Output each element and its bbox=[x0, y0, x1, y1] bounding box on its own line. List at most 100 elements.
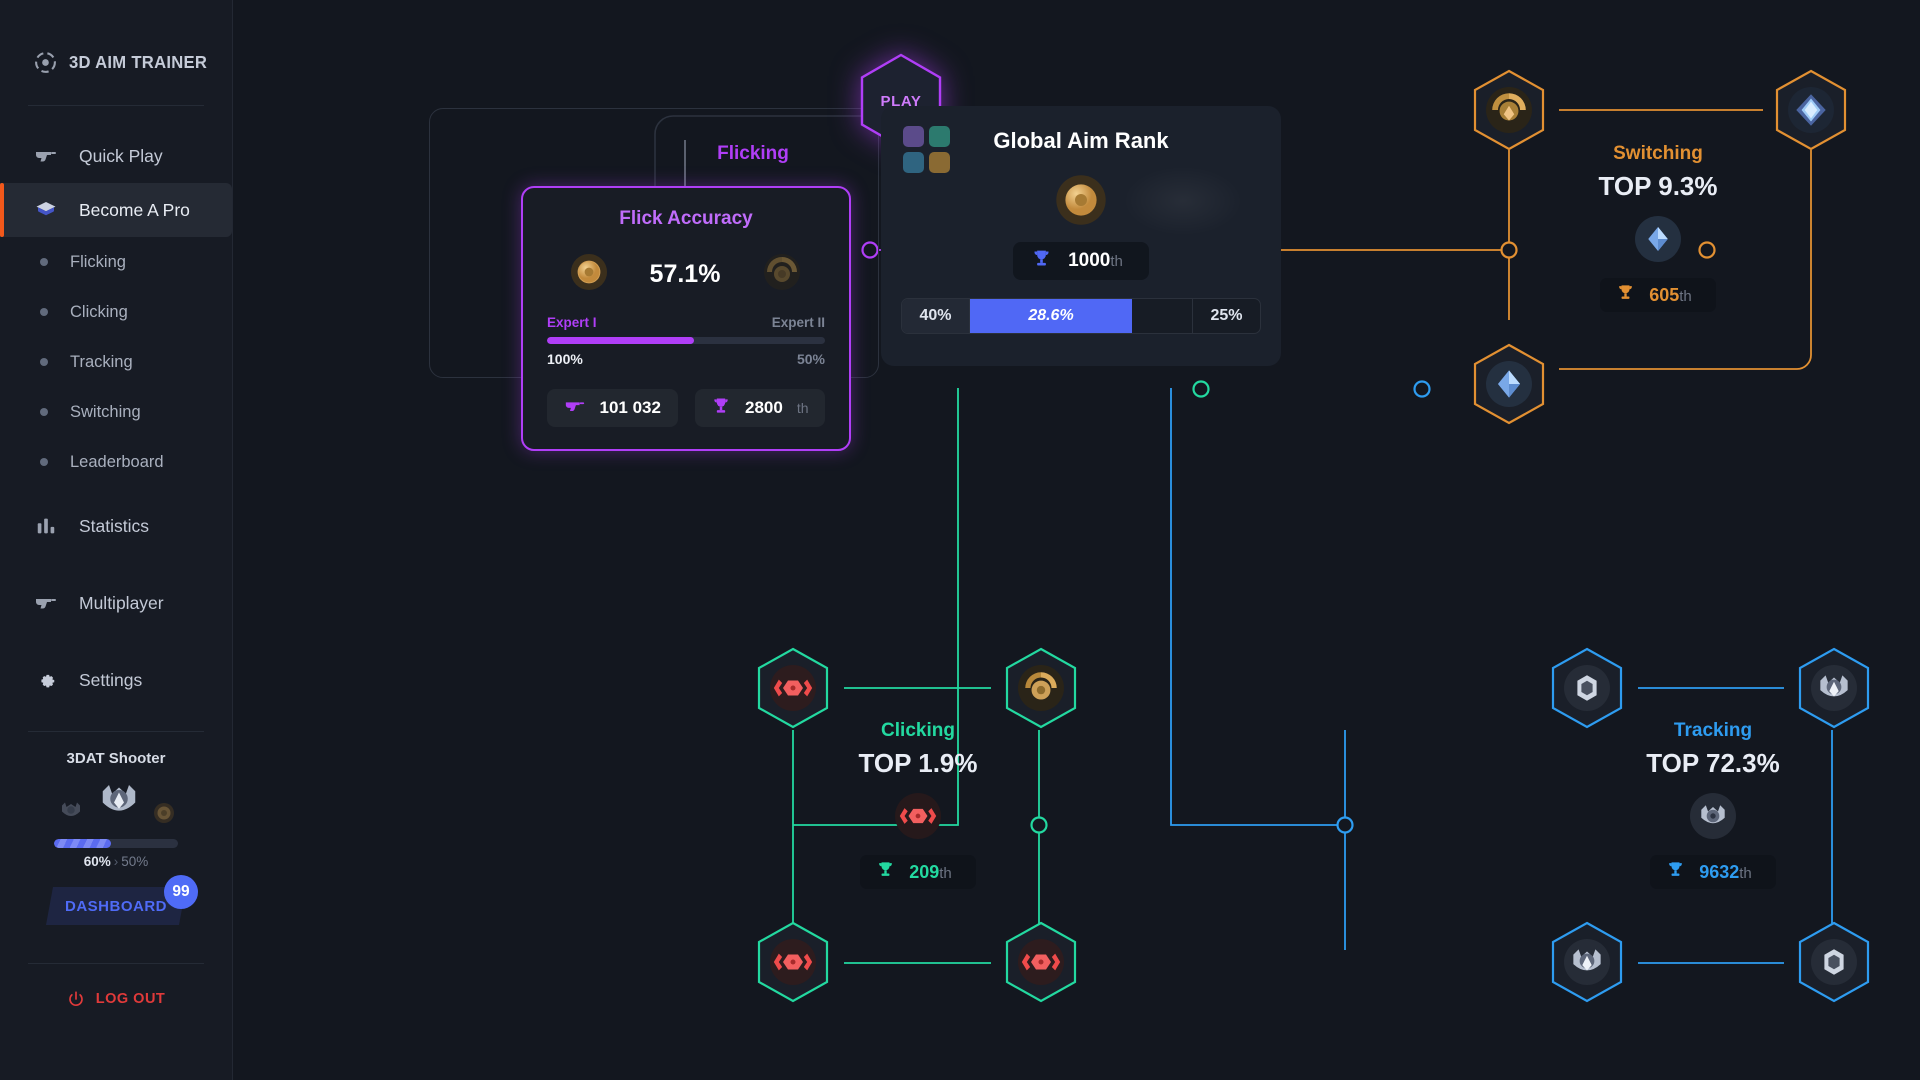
pistol-icon bbox=[564, 395, 586, 422]
sidebar-item-clicking[interactable]: Clicking bbox=[0, 287, 232, 337]
tracking-node-top-right[interactable] bbox=[1796, 646, 1872, 730]
tracking-rank-value: 9632 bbox=[1699, 861, 1740, 882]
tracking-group-info: Tracking TOP 72.3% 9632th bbox=[1588, 720, 1838, 889]
xp-next: 50% bbox=[121, 854, 149, 869]
switching-label: Switching bbox=[1613, 143, 1703, 164]
shooter-current-icon bbox=[94, 775, 144, 830]
tier-next-label: Expert II bbox=[771, 315, 825, 330]
clicking-group-info: Clicking TOP 1.9% 209th bbox=[793, 720, 1043, 889]
sidebar-item-switching[interactable]: Switching bbox=[0, 387, 232, 437]
clicking-rank-suffix: th bbox=[939, 864, 952, 882]
switching-node-bottom-left[interactable] bbox=[1471, 342, 1547, 426]
switching-rank-pill[interactable]: 605th bbox=[1600, 278, 1716, 312]
global-rank-progress: 40% 28.6% 25% bbox=[901, 298, 1261, 334]
sidebar-item-settings[interactable]: Settings bbox=[0, 653, 232, 707]
logout-button[interactable]: LOG OUT bbox=[0, 986, 232, 1011]
red-hex-icon bbox=[895, 793, 941, 839]
square-swatch bbox=[903, 126, 924, 147]
medal-next-icon bbox=[762, 252, 802, 297]
switching-node-top-left[interactable] bbox=[1471, 68, 1547, 152]
trophy-icon bbox=[876, 860, 895, 884]
clicking-node-top-right[interactable] bbox=[1003, 646, 1079, 730]
square-swatch bbox=[903, 152, 924, 173]
flick-accuracy-value: 57.1% bbox=[649, 260, 721, 288]
sidebar-item-become-a-pro[interactable]: Become A Pro bbox=[0, 183, 232, 237]
sidebar-sub-label: Clicking bbox=[70, 302, 128, 321]
switching-group-info: Switching TOP 9.3% 605th bbox=[1533, 143, 1783, 312]
sidebar-divider-bottom bbox=[28, 963, 204, 964]
sidebar-sub-label: Leaderboard bbox=[70, 452, 164, 471]
global-rank-title: Global Aim Rank bbox=[993, 128, 1169, 153]
tracking-node-bottom-left[interactable] bbox=[1549, 920, 1625, 1004]
diamond-icon bbox=[1486, 361, 1532, 407]
flick-medals-row: 57.1% bbox=[547, 252, 825, 297]
bar-chart-icon bbox=[33, 514, 58, 539]
shooter-xp-bar bbox=[54, 839, 178, 848]
flick-score-pill[interactable]: 101 032 bbox=[547, 389, 678, 427]
tier-next-pct: 50% bbox=[796, 351, 825, 367]
sidebar-item-statistics[interactable]: Statistics bbox=[0, 499, 232, 553]
silver-visor-icon bbox=[1811, 665, 1857, 711]
sidebar-item-multiplayer[interactable]: Multiplayer bbox=[0, 576, 232, 630]
sidebar-item-tracking[interactable]: Tracking bbox=[0, 337, 232, 387]
xp-arrow: › bbox=[113, 854, 119, 869]
clicking-label: Clicking bbox=[881, 720, 955, 741]
silver-visor-icon bbox=[1564, 939, 1610, 985]
clicking-node-top-left[interactable] bbox=[755, 646, 831, 730]
tracking-rank-pill[interactable]: 9632th bbox=[1650, 855, 1776, 889]
sidebar-divider-mid bbox=[28, 731, 204, 732]
clicking-rank-pill[interactable]: 209th bbox=[860, 855, 976, 889]
pistol-icon bbox=[33, 144, 58, 169]
app-root: 3D AIM TRAINER Quick Play Become A Pro F… bbox=[0, 0, 1920, 1080]
medal-current-icon bbox=[570, 253, 608, 296]
progress-right-label: 25% bbox=[1192, 299, 1260, 333]
sidebar-item-quick-play[interactable]: Quick Play bbox=[0, 129, 232, 183]
bullet-icon bbox=[40, 258, 48, 266]
tracking-label: Tracking bbox=[1673, 720, 1753, 741]
flick-accuracy-card[interactable]: Flick Accuracy 57.1% Expert I Expert II … bbox=[521, 186, 851, 451]
switching-node-top-right[interactable] bbox=[1773, 68, 1849, 152]
flicking-group-label: Flicking bbox=[717, 143, 789, 164]
shooter-next-icon bbox=[152, 801, 176, 830]
sidebar-sub-label: Flicking bbox=[70, 252, 126, 271]
switching-rank-value: 605 bbox=[1649, 284, 1680, 305]
silver-ring-icon bbox=[1811, 939, 1857, 985]
bullet-icon bbox=[40, 408, 48, 416]
flick-tier-fill bbox=[547, 337, 695, 344]
clicking-node-bottom-right[interactable] bbox=[1003, 920, 1079, 1004]
switching-top-percent: TOP 9.3% bbox=[1598, 171, 1718, 201]
sidebar-item-leaderboard[interactable]: Leaderboard bbox=[0, 437, 232, 487]
xp-current: 60% bbox=[83, 854, 111, 869]
red-hex-icon bbox=[770, 939, 816, 985]
red-hex-icon bbox=[770, 665, 816, 711]
sidebar-divider-top bbox=[28, 105, 204, 106]
sidebar-label: Multiplayer bbox=[79, 592, 164, 613]
trophy-icon bbox=[711, 396, 731, 421]
progress-fill-label: 28.6% bbox=[970, 299, 1132, 333]
global-rank-suffix: th bbox=[1110, 253, 1123, 270]
brand-logo[interactable]: 3D AIM TRAINER bbox=[0, 0, 232, 75]
gear-icon bbox=[33, 668, 58, 693]
flick-tier-numbers: 100% 50% bbox=[547, 351, 825, 367]
sidebar: 3D AIM TRAINER Quick Play Become A Pro F… bbox=[0, 0, 233, 1080]
silver-ring-icon bbox=[1564, 665, 1610, 711]
global-rank-pill-wrap: 1000th bbox=[901, 242, 1261, 280]
flick-rank-pill[interactable]: 2800 th bbox=[694, 389, 825, 427]
bullet-icon bbox=[40, 458, 48, 466]
rank-color-squares bbox=[903, 126, 950, 173]
tracking-node-bottom-right[interactable] bbox=[1796, 920, 1872, 1004]
shooter-xp-fill bbox=[54, 839, 112, 848]
crystal-blue-icon bbox=[1788, 87, 1834, 133]
tracking-node-top-left[interactable] bbox=[1549, 646, 1625, 730]
clicking-node-bottom-left[interactable] bbox=[755, 920, 831, 1004]
dashboard-button-wrap: DASHBOARD 99 bbox=[46, 875, 198, 925]
shooter-title: 3DAT Shooter bbox=[66, 750, 166, 767]
clicking-rank-value: 209 bbox=[909, 861, 940, 882]
global-rank-pill[interactable]: 1000th bbox=[1013, 242, 1149, 280]
power-icon bbox=[67, 986, 85, 1011]
global-rank-medal-icon bbox=[1055, 174, 1107, 226]
global-aim-rank-card[interactable]: Global Aim Rank 1000th 40% 28.6% 25% bbox=[881, 106, 1281, 366]
crosshair-icon bbox=[33, 50, 58, 75]
red-hex-icon bbox=[1018, 939, 1064, 985]
sidebar-item-flicking[interactable]: Flicking bbox=[0, 237, 232, 287]
